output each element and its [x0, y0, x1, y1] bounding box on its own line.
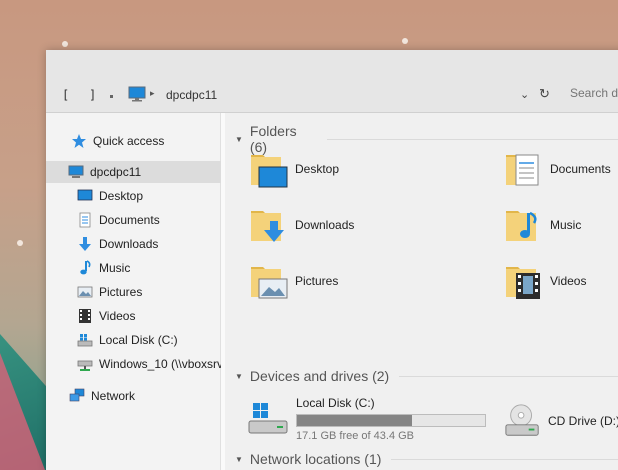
network-drive-icon: [77, 360, 93, 371]
downloads-icon: [79, 237, 91, 251]
network-icon: [69, 388, 85, 402]
drive-usage-fill: [297, 415, 412, 426]
sidebar-item-pc[interactable]: dpcdpc11: [46, 161, 242, 183]
wallpaper-dot: [62, 41, 68, 47]
refresh-icon[interactable]: ↻: [539, 86, 550, 102]
folder-label: Desktop: [295, 162, 340, 176]
drive-usage-bar: [296, 414, 486, 427]
sidebar-item-label: Downloads: [99, 237, 159, 251]
folder-tile-videos[interactable]: Videos: [504, 261, 586, 301]
folder-tile-documents[interactable]: Documents: [504, 149, 611, 189]
sidebar-item-network[interactable]: Network: [46, 385, 243, 407]
address-bar: [ ] ▸ dpcdpc11 ⌄ ↻: [46, 50, 618, 113]
desktop-folder-icon: [251, 155, 288, 188]
devices-group-header[interactable]: ▼ Devices and drives (2): [235, 368, 618, 384]
content-pane: ▼ Folders (6) Desktop Documents Download…: [225, 113, 618, 470]
computer-icon: [128, 86, 146, 102]
sidebar-item-label: Local Disk (C:): [99, 333, 178, 347]
music-folder-icon: [506, 211, 537, 241]
navigation-pane: Quick access dpcdpc11 Desktop Documents: [46, 113, 242, 470]
breadcrumb-location[interactable]: dpcdpc11: [166, 88, 217, 102]
videos-folder-icon: [506, 267, 540, 299]
folder-label: Music: [550, 218, 582, 232]
search-input[interactable]: [562, 82, 618, 104]
drive-tile-local-disk[interactable]: Local Disk (C:) 17.1 GB free of 43.4 GB: [245, 396, 486, 442]
file-explorer-window: [ ] ▸ dpcdpc11 ⌄ ↻ Quick access dp: [46, 50, 618, 470]
chevron-down-icon: ▼: [235, 371, 243, 381]
drive-tile-cd-drive[interactable]: CD Drive (D:): [504, 402, 618, 440]
folder-tile-desktop[interactable]: Desktop: [249, 149, 339, 189]
folder-tile-downloads[interactable]: Downloads: [249, 205, 354, 245]
sidebar-item-quick-access[interactable]: Quick access: [46, 130, 245, 152]
cd-drive-icon: [505, 404, 539, 436]
drive-free-space: 17.1 GB free of 43.4 GB: [296, 430, 415, 442]
folder-tile-music[interactable]: Music: [504, 205, 581, 245]
group-title: Devices and drives (2): [249, 368, 390, 384]
forward-button[interactable]: ]: [89, 88, 96, 102]
up-button[interactable]: [110, 95, 113, 98]
sidebar-item-label: Music: [99, 261, 131, 275]
sidebar-item-label: Pictures: [99, 285, 143, 299]
documents-folder-icon: [506, 154, 539, 186]
videos-icon: [79, 309, 91, 323]
sidebar-item-label: Documents: [99, 213, 160, 227]
folder-label: Downloads: [295, 218, 355, 232]
downloads-folder-icon: [251, 211, 284, 242]
sidebar-item-label: Network: [91, 389, 136, 403]
local-disk-icon: [77, 334, 93, 347]
sidebar-item-label: Desktop: [99, 189, 144, 203]
wallpaper-dot: [17, 240, 23, 246]
divider: [391, 458, 618, 460]
folder-tile-pictures[interactable]: Pictures: [249, 261, 338, 301]
folder-label: Videos: [550, 274, 587, 288]
folder-label: Documents: [550, 162, 611, 176]
wallpaper-dot: [402, 38, 408, 44]
drive-info: Local Disk (C:) 17.1 GB free of 43.4 GB: [296, 396, 486, 442]
drive-label: CD Drive (D:): [548, 414, 618, 428]
folder-label: Pictures: [295, 274, 339, 288]
search-box[interactable]: [562, 82, 618, 104]
pictures-folder-icon: [251, 267, 288, 299]
sidebar-item-label: Videos: [99, 309, 136, 323]
divider: [327, 138, 618, 140]
local-disk-icon: [248, 403, 288, 434]
sidebar-item-label: Windows_10 (\\vboxsrv: [99, 357, 224, 371]
chevron-down-icon: ▼: [235, 454, 243, 464]
divider: [399, 375, 618, 377]
documents-icon: [79, 212, 91, 228]
pictures-icon: [77, 286, 93, 298]
sidebar-item-label: Quick access: [93, 134, 165, 148]
sidebar-item-label: dpcdpc11: [90, 165, 142, 179]
drive-label: Local Disk (C:): [296, 396, 375, 410]
chevron-down-icon: ▼: [235, 134, 243, 144]
chevron-down-icon[interactable]: ⌄: [520, 88, 529, 101]
desktop-icon: [77, 189, 93, 201]
computer-icon: [68, 165, 84, 178]
music-icon: [80, 260, 91, 275]
back-button[interactable]: [: [62, 88, 69, 102]
star-icon: [72, 134, 86, 148]
breadcrumb-arrow-icon[interactable]: ▸: [150, 88, 155, 99]
